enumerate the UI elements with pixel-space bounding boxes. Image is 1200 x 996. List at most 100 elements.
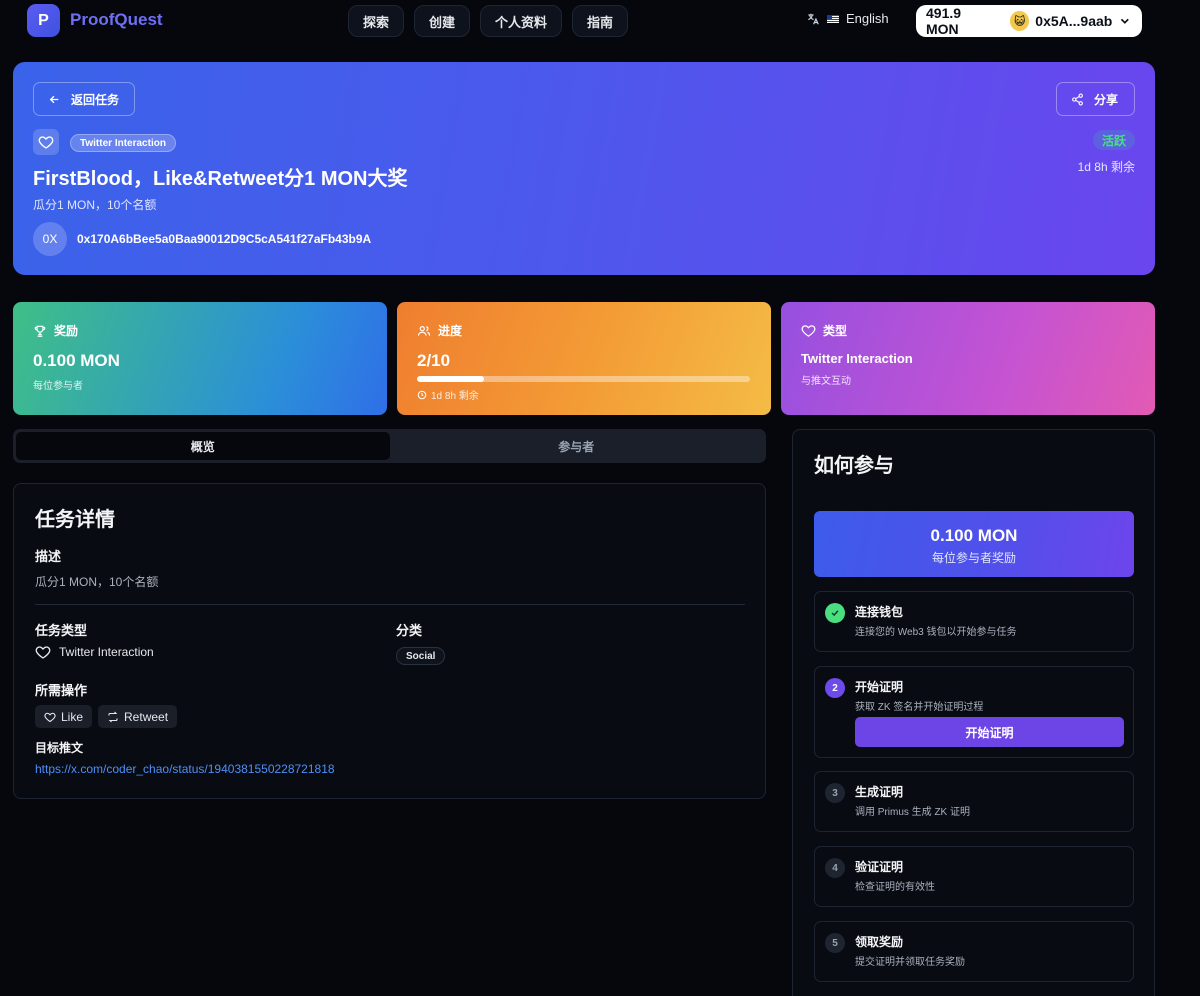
required-actions: Like Retweet	[35, 705, 178, 728]
us-flag-icon	[827, 14, 839, 23]
creator-avatar: 0X	[33, 222, 67, 256]
back-label: 返回任务	[71, 92, 120, 107]
wallet-balance: 491.9 MON	[926, 5, 962, 37]
nav-links: 探索 创建 个人资料 指南	[348, 5, 629, 37]
step-title: 验证证明	[855, 860, 904, 874]
type-card-note: 与推文互动	[801, 376, 851, 387]
nav-explore-button[interactable]: 探索	[348, 5, 405, 37]
progress-card-value: 2/10	[417, 351, 451, 370]
language-label: English	[846, 11, 889, 26]
step-desc: 连接您的 Web3 钱包以开始参与任务	[855, 627, 1017, 638]
step-desc: 提交证明并领取任务奖励	[855, 957, 965, 968]
retweet-icon	[108, 711, 118, 722]
brand-name[interactable]: ProofQuest	[70, 10, 163, 30]
check-circle-icon	[825, 603, 845, 623]
step-desc: 调用 Primus 生成 ZK 证明	[855, 807, 971, 818]
progress-bar	[417, 376, 750, 382]
type-card-value: Twitter Interaction	[801, 351, 913, 366]
progress-card: 进度 2/10 1d 8h 剩余	[397, 302, 771, 415]
description-label: 描述	[35, 549, 62, 564]
how-to-participate-panel: 如何参与 0.100 MON 每位参与者奖励 连接钱包 连接您的 Web3 钱包…	[792, 429, 1155, 996]
quest-subtitle: 瓜分1 MON，10个名额	[33, 198, 157, 212]
type-card-label: 类型	[823, 324, 848, 338]
progress-card-label: 进度	[438, 324, 463, 338]
progress-time-remaining: 1d 8h 剩余	[431, 391, 479, 402]
heart-icon	[44, 712, 56, 722]
like-action-label: Like	[61, 709, 84, 724]
step-start-proof: 2 开始证明 获取 ZK 签名并开始证明过程 开始证明	[814, 666, 1134, 758]
type-card: 类型 Twitter Interaction 与推文互动	[781, 302, 1155, 415]
nav-guide-button[interactable]: 指南	[572, 5, 629, 37]
progress-bar-fill	[417, 376, 484, 382]
top-nav: P ProofQuest 探索 创建 个人资料 指南 English 491.9…	[0, 0, 1200, 44]
per-participant-reward-box: 0.100 MON 每位参与者奖励	[814, 511, 1134, 577]
step-title: 连接钱包	[855, 605, 904, 619]
users-icon	[417, 325, 431, 336]
step-claim-reward: 5 领取奖励 提交证明并领取任务奖励	[814, 921, 1134, 982]
retweet-action-chip: Retweet	[98, 705, 178, 728]
reward-card: 奖励 0.100 MON 每位参与者	[13, 302, 387, 415]
quest-hero-banner: 返回任务 分享 Twitter Interaction FirstBlood，L…	[13, 62, 1155, 275]
per-participant-reward-value: 0.100 MON	[930, 526, 1018, 545]
reward-card-label: 奖励	[54, 324, 79, 338]
share-label: 分享	[1094, 92, 1119, 107]
target-tweet-label: 目标推文	[35, 741, 84, 755]
category-badge: Social	[396, 647, 446, 665]
back-to-quests-button[interactable]: 返回任务	[33, 82, 135, 116]
required-actions-label: 所需操作	[35, 683, 88, 698]
tab-overview[interactable]: 概览	[16, 432, 390, 460]
start-proof-button[interactable]: 开始证明	[855, 717, 1124, 747]
chevron-down-icon	[1121, 18, 1130, 24]
task-type-label: 任务类型	[35, 623, 88, 638]
divider	[35, 604, 745, 605]
quest-type-tag: Twitter Interaction	[70, 134, 176, 152]
time-remaining: 1d 8h 剩余	[1077, 160, 1135, 174]
wallet-button[interactable]: 491.9 MON 😺 0x5A...9aab	[916, 5, 1142, 37]
reward-card-note: 每位参与者	[33, 381, 83, 392]
step-title: 生成证明	[855, 785, 904, 799]
status-badge: 活跃	[1093, 130, 1136, 150]
tab-participants[interactable]: 参与者	[390, 432, 764, 460]
share-button[interactable]: 分享	[1056, 82, 1135, 116]
description-text: 瓜分1 MON，10个名额	[35, 575, 159, 589]
language-switcher[interactable]: English	[806, 11, 889, 26]
step-number: 2	[825, 678, 845, 698]
step-number: 3	[825, 783, 845, 803]
reward-card-value: 0.100 MON	[33, 351, 120, 370]
step-generate-proof: 3 生成证明 调用 Primus 生成 ZK 证明	[814, 771, 1134, 832]
translate-icon	[808, 13, 819, 24]
details-title: 任务详情	[35, 509, 115, 531]
step-verify-proof: 4 验证证明 检查证明的有效性	[814, 846, 1134, 907]
step-title: 开始证明	[855, 680, 904, 694]
retweet-action-label: Retweet	[124, 709, 169, 724]
category-label: 分类	[396, 623, 423, 638]
step-number: 4	[825, 858, 845, 878]
step-desc: 获取 ZK 签名并开始证明过程	[855, 702, 984, 713]
step-number: 5	[825, 933, 845, 953]
quest-details-panel: 任务详情 描述 瓜分1 MON，10个名额 任务类型 Twitter Inter…	[13, 483, 766, 799]
heart-icon	[801, 325, 816, 337]
task-type-value: Twitter Interaction	[35, 644, 154, 660]
content-tabs: 概览 参与者	[13, 429, 766, 463]
creator-address[interactable]: 0x170A6bBee5a0Baa90012D9C5cA541f27aFb43b…	[77, 232, 371, 246]
like-action-chip: Like	[35, 705, 93, 728]
heart-icon	[35, 646, 51, 659]
per-participant-reward-note: 每位参与者奖励	[931, 551, 1016, 565]
wallet-avatar-icon: 😺	[1009, 11, 1030, 31]
task-type-text: Twitter Interaction	[59, 645, 154, 659]
target-tweet-link[interactable]: https://x.com/coder_chao/status/19403815…	[35, 762, 335, 776]
arrow-left-icon	[49, 95, 59, 103]
trophy-icon	[34, 325, 46, 337]
heart-icon	[33, 129, 59, 155]
step-connect-wallet: 连接钱包 连接您的 Web3 钱包以开始参与任务	[814, 591, 1134, 652]
share-icon	[1072, 93, 1083, 105]
how-title: 如何参与	[814, 455, 894, 477]
wallet-address: 0x5A...9aab	[1035, 13, 1113, 29]
step-desc: 检查证明的有效性	[855, 882, 935, 893]
logo-icon[interactable]: P	[27, 4, 60, 37]
nav-profile-button[interactable]: 个人资料	[480, 5, 563, 37]
nav-create-button[interactable]: 创建	[414, 5, 471, 37]
step-title: 领取奖励	[855, 935, 904, 949]
clock-icon	[417, 390, 427, 399]
quest-title: FirstBlood，Like&Retweet分1 MON大奖	[33, 168, 408, 190]
